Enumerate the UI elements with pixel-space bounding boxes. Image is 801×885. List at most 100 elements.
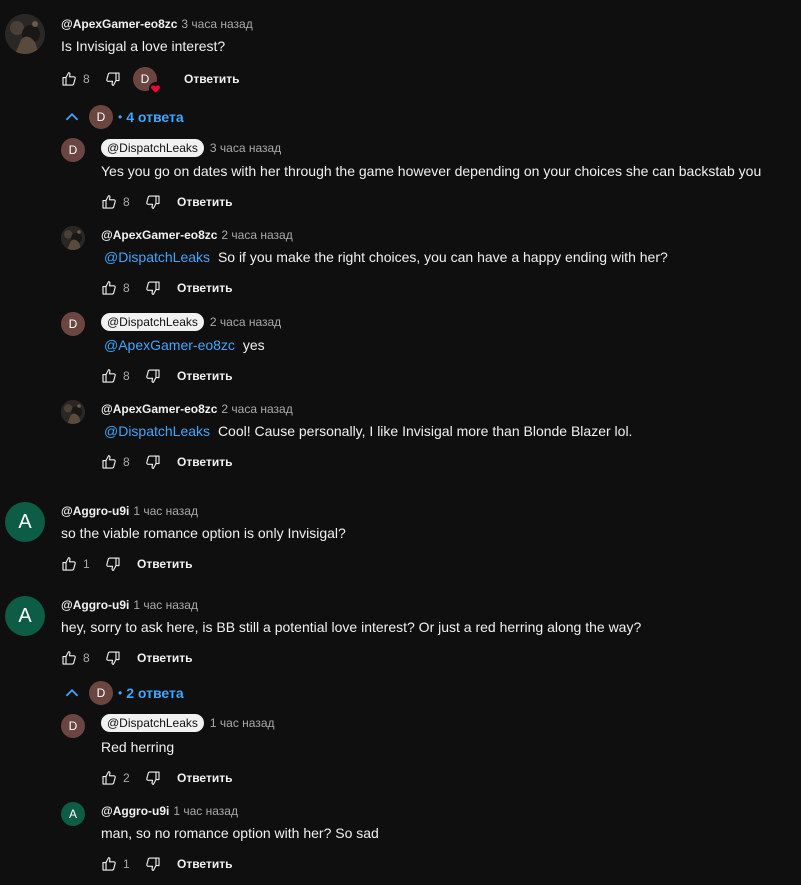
avatar[interactable]: D [61,714,85,738]
avatar[interactable] [5,14,45,54]
like-count: 8 [83,651,90,665]
mention-link[interactable]: @ApexGamer-eo8zc [101,337,235,353]
dislike-button[interactable] [141,450,165,474]
comment-author[interactable]: @DispatchLeaks [101,139,204,157]
dislike-button[interactable] [141,190,165,214]
like-count: 1 [83,557,90,571]
reply-button[interactable]: Ответить [177,455,232,469]
like-button[interactable] [97,450,121,474]
like-count: 2 [123,771,130,785]
avatar[interactable]: D [61,138,85,162]
chevron-up-icon [61,682,83,704]
comment-time[interactable]: 2 часа назад [221,228,292,242]
comment-text: so the viable romance option is only Inv… [61,525,346,541]
toggle-dot: • [118,110,123,124]
comment-time[interactable]: 1 час назад [210,716,275,730]
toggle-dot: • [118,686,123,700]
reply-button[interactable]: Ответить [137,651,192,665]
thumb-down-icon [144,279,162,297]
like-count: 8 [83,72,90,86]
thumb-up-icon [60,555,78,573]
thumb-up-icon [60,649,78,667]
comment-time[interactable]: 2 часа назад [210,315,281,329]
thumb-up-icon [60,70,78,88]
chevron-up-icon [61,106,83,128]
reply-button[interactable]: Ответить [177,369,232,383]
replies-count[interactable]: 4 ответа [126,109,183,125]
thumb-down-icon [144,367,162,385]
dislike-button[interactable] [141,852,165,876]
comment-author[interactable]: @Aggro-u9i [101,804,169,818]
like-button[interactable] [97,190,121,214]
thumb-down-icon [144,855,162,873]
like-button[interactable] [57,646,81,670]
avatar[interactable]: D [61,312,85,336]
reply-button[interactable]: Ответить [177,195,232,209]
comment-text: man, so no romance option with her? So s… [101,825,379,841]
dislike-button[interactable] [141,766,165,790]
comment-time[interactable]: 1 час назад [133,598,198,612]
thumb-up-icon [100,193,118,211]
reply-button[interactable]: Ответить [177,771,232,785]
thumb-up-icon [100,279,118,297]
thumb-up-icon [100,367,118,385]
like-button[interactable] [97,364,121,388]
like-count: 8 [123,455,130,469]
mention-link[interactable]: @DispatchLeaks [101,249,210,265]
comment-text: hey, sorry to ask here, is BB still a po… [61,619,642,635]
thumb-down-icon [104,70,122,88]
like-button[interactable] [57,552,81,576]
comment-author[interactable]: @ApexGamer-eo8zc [61,17,177,31]
thumb-down-icon [104,649,122,667]
comment-text: Yes you go on dates with her through the… [101,163,762,179]
like-count: 1 [123,857,130,871]
avatar-image [61,400,85,424]
dislike-button[interactable] [141,276,165,300]
mention-link[interactable]: @DispatchLeaks [101,423,210,439]
dislike-button[interactable] [101,67,125,91]
comment-author[interactable]: @Aggro-u9i [61,504,129,518]
dislike-button[interactable] [101,646,125,670]
thumb-down-icon [144,193,162,211]
comment-author[interactable]: @DispatchLeaks [101,313,204,331]
reply-button[interactable]: Ответить [177,281,232,295]
avatar[interactable] [61,400,85,424]
like-button[interactable] [97,852,121,876]
comment-text: Is Invisigal a love interest? [61,38,226,54]
comment-text: Red herring [101,739,175,755]
comment-time[interactable]: 1 час назад [173,804,238,818]
comment-author[interactable]: @DispatchLeaks [101,714,204,732]
avatar[interactable] [61,226,85,250]
comment-time[interactable]: 3 часа назад [210,141,281,155]
comment-author[interactable]: @ApexGamer-eo8zc [101,402,217,416]
like-button[interactable] [97,766,121,790]
thumb-up-icon [100,855,118,873]
reply-avatar-preview: D [89,681,113,705]
comment-text: yes [242,337,265,353]
comment-time[interactable]: 2 часа назад [221,402,292,416]
avatar[interactable]: A [61,802,85,826]
comment-text: So if you make the right choices, you ca… [217,249,668,265]
dislike-button[interactable] [141,364,165,388]
comment-text: Cool! Cause personally, I like Invisigal… [217,423,633,439]
like-button[interactable] [97,276,121,300]
reply-button[interactable]: Ответить [177,857,232,871]
replies-toggle[interactable]: D • 4 ответа [61,105,184,129]
comment-author[interactable]: @Aggro-u9i [61,598,129,612]
avatar[interactable]: A [5,596,45,636]
thumb-down-icon [144,769,162,787]
avatar[interactable]: A [5,502,45,542]
comment-author[interactable]: @ApexGamer-eo8zc [101,228,217,242]
thumb-up-icon [100,769,118,787]
replies-count[interactable]: 2 ответа [126,685,183,701]
comment-time[interactable]: 1 час назад [133,504,198,518]
like-button[interactable] [57,67,81,91]
thumb-down-icon [104,555,122,573]
thumb-up-icon [100,453,118,471]
reply-button[interactable]: Ответить [184,72,239,86]
dislike-button[interactable] [101,552,125,576]
reply-button[interactable]: Ответить [137,557,192,571]
heart-icon [149,82,162,95]
comment-time[interactable]: 3 часа назад [181,17,252,31]
replies-toggle[interactable]: D • 2 ответа [61,681,184,705]
